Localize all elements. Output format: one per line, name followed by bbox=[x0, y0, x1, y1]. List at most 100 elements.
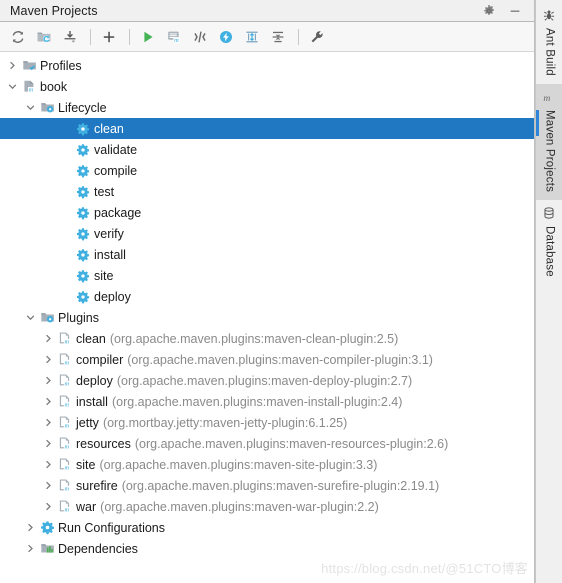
run-build-button[interactable] bbox=[136, 25, 160, 49]
maven-module-icon: m bbox=[21, 79, 37, 95]
refresh-icon bbox=[12, 30, 24, 43]
profiles-folder-icon bbox=[21, 58, 37, 74]
add-maven-project-button[interactable] bbox=[97, 25, 121, 49]
chevron-down-icon[interactable] bbox=[24, 101, 37, 114]
chevron-down-icon[interactable] bbox=[24, 311, 37, 324]
tree-row-plugins[interactable]: Plugins bbox=[0, 307, 534, 328]
tree-row-book[interactable]: m book bbox=[0, 76, 534, 97]
run-config-gear-icon bbox=[39, 520, 55, 536]
chevron-right-icon[interactable] bbox=[42, 332, 55, 345]
svg-text:m: m bbox=[64, 401, 69, 408]
tree-row-coordinates: (org.apache.maven.plugins:maven-site-plu… bbox=[99, 457, 378, 472]
download-icon bbox=[64, 30, 76, 43]
tree-row-label: jetty bbox=[76, 415, 99, 430]
tree-row-goal-package[interactable]: package bbox=[0, 202, 534, 223]
tree-row-label: site bbox=[94, 268, 114, 283]
tree-row-goal-compile[interactable]: compile bbox=[0, 160, 534, 181]
expand-all-button[interactable] bbox=[240, 25, 264, 49]
chevron-right-icon[interactable] bbox=[42, 500, 55, 513]
tree-row-goal-verify[interactable]: verify bbox=[0, 223, 534, 244]
run-icon bbox=[144, 31, 153, 42]
chevron-right-icon[interactable] bbox=[42, 479, 55, 492]
tree-row-coordinates: (org.apache.maven.plugins:maven-deploy-p… bbox=[116, 373, 413, 388]
tree-row-label: war bbox=[76, 499, 97, 514]
tree-row-lifecycle[interactable]: Lifecycle bbox=[0, 97, 534, 118]
chevron-down-icon[interactable] bbox=[6, 80, 19, 93]
chevron-right-icon[interactable] bbox=[42, 374, 55, 387]
tree-row-label: book bbox=[40, 79, 68, 94]
tree-row-label: package bbox=[94, 205, 142, 220]
tabstrip-item-maven-projects[interactable]: m Maven Projects bbox=[536, 83, 562, 200]
tree-row-plugin-war[interactable]: m war (org.apache.maven.plugins:maven-wa… bbox=[0, 496, 534, 517]
execute-goal-button[interactable]: m bbox=[162, 25, 186, 49]
goal-gear-icon bbox=[75, 163, 91, 179]
chevron-right-icon[interactable] bbox=[42, 353, 55, 366]
chevron-placeholder-icon bbox=[60, 122, 73, 135]
tree-row-goal-clean[interactable]: clean bbox=[0, 118, 534, 139]
chevron-right-icon[interactable] bbox=[24, 542, 37, 555]
tree-row-label: deploy bbox=[94, 289, 131, 304]
folder-refresh-icon bbox=[37, 32, 51, 42]
tree-row-goal-site[interactable]: site bbox=[0, 265, 534, 286]
goal-gear-icon bbox=[75, 289, 91, 305]
tree-row-label: resources bbox=[76, 436, 131, 451]
tree-row-plugin-site[interactable]: m site (org.apache.maven.plugins:maven-s… bbox=[0, 454, 534, 475]
tree-row-plugin-clean[interactable]: m clean (org.apache.maven.plugins:maven-… bbox=[0, 328, 534, 349]
minimize-icon[interactable] bbox=[508, 4, 522, 18]
goal-gear-icon bbox=[75, 226, 91, 242]
tree-row-profiles[interactable]: Profiles bbox=[0, 55, 534, 76]
chevron-right-icon[interactable] bbox=[42, 458, 55, 471]
tree-row-label: Profiles bbox=[40, 58, 82, 73]
toggle-skip-tests-button[interactable] bbox=[188, 25, 212, 49]
tree-row-goal-test[interactable]: test bbox=[0, 181, 534, 202]
toggle-offline-button[interactable] bbox=[214, 25, 238, 49]
tree-row-dependencies[interactable]: Dependencies bbox=[0, 538, 534, 559]
svg-text:m: m bbox=[543, 93, 550, 104]
generate-sources-button[interactable] bbox=[32, 25, 56, 49]
tree-row-plugin-install[interactable]: m install (org.apache.maven.plugins:mave… bbox=[0, 391, 534, 412]
toolbar-separator bbox=[129, 28, 130, 45]
offline-icon bbox=[220, 30, 232, 43]
chevron-right-icon[interactable] bbox=[42, 416, 55, 429]
maven-settings-button[interactable] bbox=[305, 25, 329, 49]
tabstrip-label: Ant Build bbox=[543, 28, 556, 76]
collapse-all-button[interactable] bbox=[266, 25, 290, 49]
chevron-right-icon[interactable] bbox=[24, 521, 37, 534]
goal-gear-icon bbox=[75, 142, 91, 158]
plugin-icon: m bbox=[57, 478, 73, 494]
tree-row-goal-install[interactable]: install bbox=[0, 244, 534, 265]
reload-projects-button[interactable] bbox=[6, 25, 30, 49]
maven-tree[interactable]: Profiles m book Lifecycle clean validate… bbox=[0, 52, 534, 583]
tree-row-plugin-jetty[interactable]: m jetty (org.mortbay.jetty:maven-jetty-p… bbox=[0, 412, 534, 433]
plugin-icon: m bbox=[57, 331, 73, 347]
toolbar-separator bbox=[298, 28, 299, 45]
tree-row-plugin-compiler[interactable]: m compiler (org.apache.maven.plugins:mav… bbox=[0, 349, 534, 370]
tabstrip-item-database[interactable]: Database bbox=[536, 200, 562, 285]
tree-row-label: deploy bbox=[76, 373, 113, 388]
svg-text:m: m bbox=[64, 359, 69, 366]
gear-icon[interactable] bbox=[482, 4, 496, 18]
plugin-icon: m bbox=[57, 394, 73, 410]
chevron-right-icon[interactable] bbox=[42, 395, 55, 408]
tree-row-label: Run Configurations bbox=[58, 520, 166, 535]
goal-gear-icon bbox=[75, 121, 91, 137]
chevron-right-icon[interactable] bbox=[42, 437, 55, 450]
tree-row-plugin-resources[interactable]: m resources (org.apache.maven.plugins:ma… bbox=[0, 433, 534, 454]
tree-row-label: compile bbox=[94, 163, 138, 178]
tree-row-plugin-deploy[interactable]: m deploy (org.apache.maven.plugins:maven… bbox=[0, 370, 534, 391]
plugins-folder-icon bbox=[39, 310, 55, 326]
tree-row-goal-deploy[interactable]: deploy bbox=[0, 286, 534, 307]
collapse-all-icon bbox=[272, 31, 284, 42]
tree-row-plugin-surefire[interactable]: m surefire (org.apache.maven.plugins:mav… bbox=[0, 475, 534, 496]
goal-gear-icon bbox=[75, 184, 91, 200]
page-title: Maven Projects bbox=[10, 3, 98, 18]
tree-row-coordinates: (org.apache.maven.plugins:maven-war-plug… bbox=[100, 499, 379, 514]
chevron-right-icon[interactable] bbox=[6, 59, 19, 72]
download-sources-button[interactable] bbox=[58, 25, 82, 49]
svg-text:m: m bbox=[64, 422, 69, 429]
tree-row-run-configurations[interactable]: Run Configurations bbox=[0, 517, 534, 538]
goal-gear-icon bbox=[75, 205, 91, 221]
tabstrip-item-ant-build[interactable]: Ant Build bbox=[536, 2, 562, 84]
ant-icon bbox=[542, 8, 558, 24]
tree-row-goal-validate[interactable]: validate bbox=[0, 139, 534, 160]
